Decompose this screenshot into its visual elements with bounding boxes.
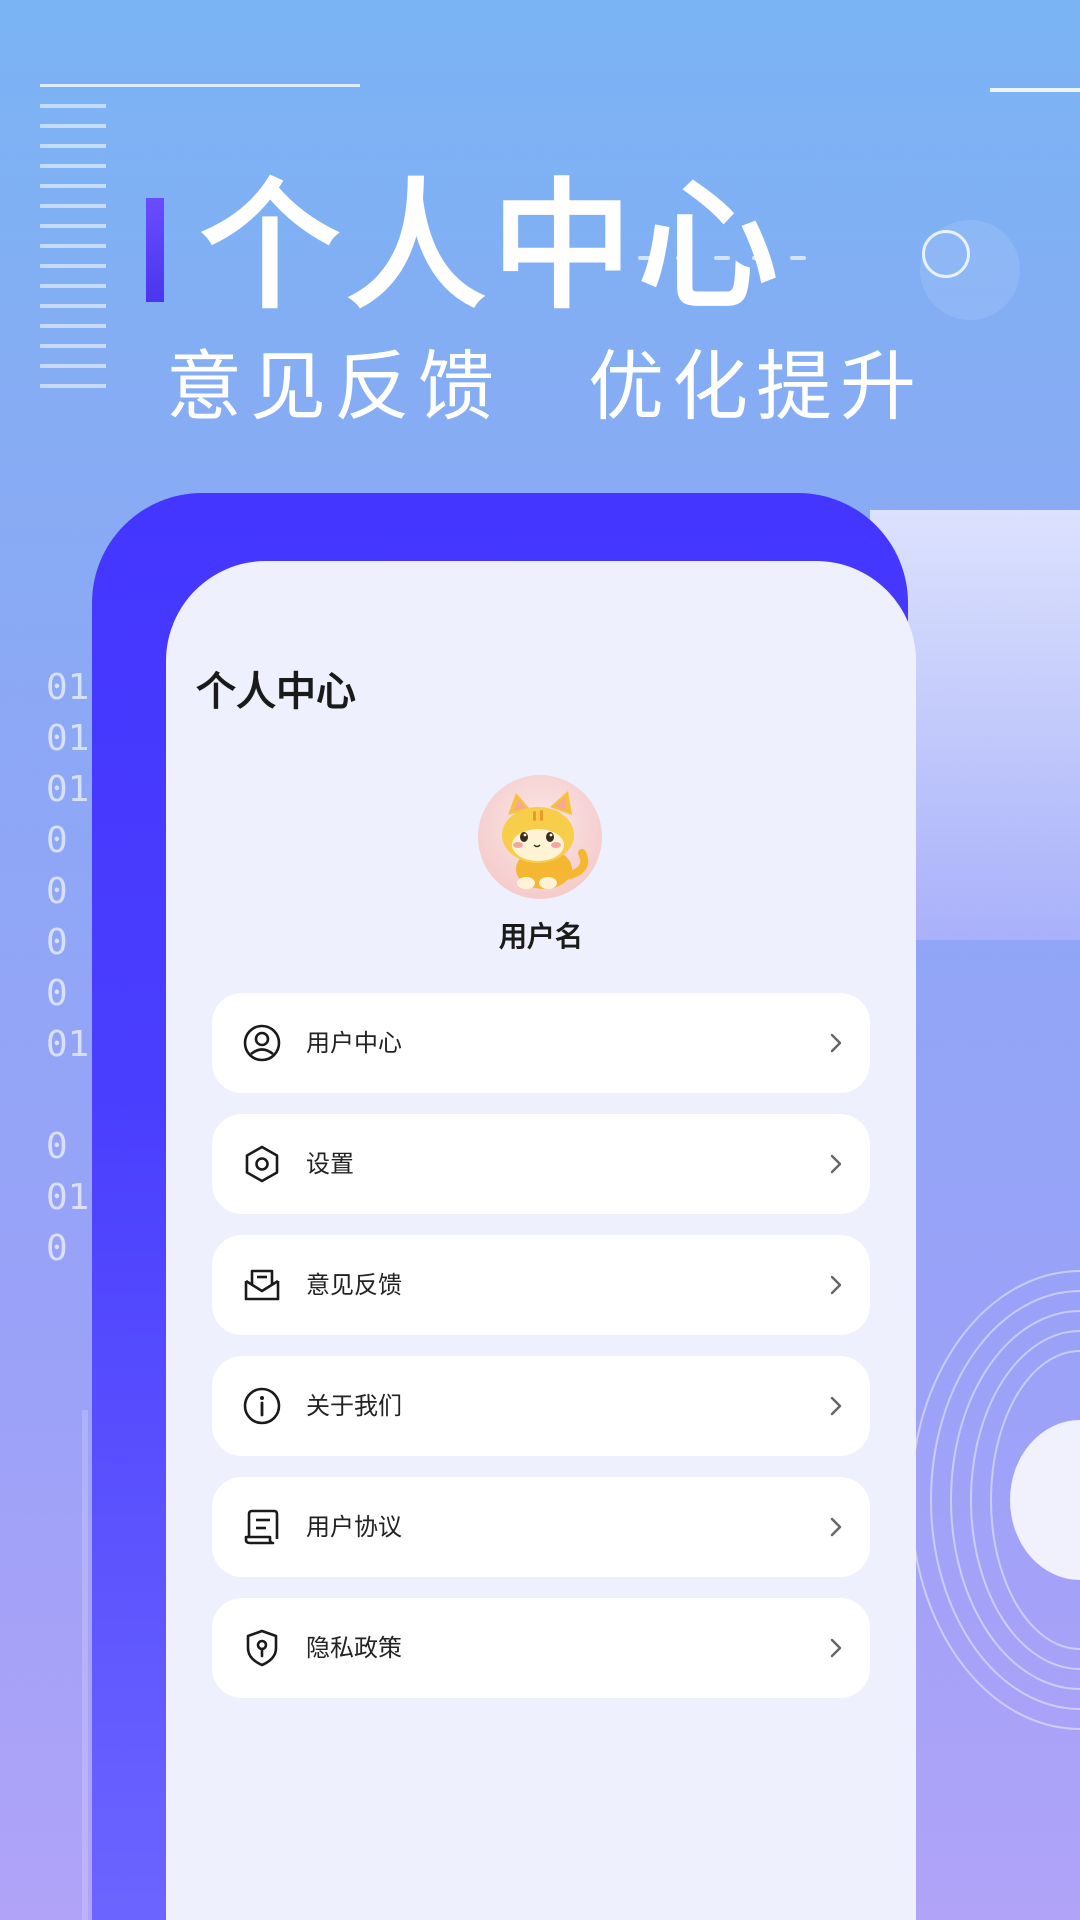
binary-row: 0 — [46, 1228, 68, 1269]
privacy-shield-icon — [246, 1629, 278, 1667]
menu-item-feedback[interactable]: 意见反馈 — [212, 1235, 870, 1335]
menu-item-about-us[interactable]: 关于我们 — [212, 1356, 870, 1456]
binary-row: 01 — [46, 1024, 90, 1065]
menu-item-user-center[interactable]: 用户中心 — [212, 993, 870, 1093]
binary-row: 01 — [46, 718, 90, 759]
binary-row: 01 — [46, 1177, 90, 1218]
binary-row: 0 — [46, 871, 68, 912]
hero-subtitle-left: 意见反馈 — [166, 342, 502, 431]
decor-ring-small — [922, 230, 970, 278]
chevron-right-icon — [830, 1154, 842, 1174]
decor-binary-column: 01 01 01 0 0 0 0 01 0 01 0 — [46, 662, 89, 1274]
cat-avatar-icon — [502, 791, 589, 889]
hero-subtitle-right: 优化提升 — [588, 342, 924, 431]
menu-item-user-agreement[interactable]: 用户协议 — [212, 1477, 870, 1577]
binary-row: 0 — [46, 1126, 68, 1167]
decor-tick-scale — [40, 104, 106, 404]
binary-row — [46, 1070, 89, 1121]
user-circle-icon — [243, 1024, 281, 1062]
binary-row: 01 — [46, 769, 90, 810]
chevron-right-icon — [830, 1275, 842, 1295]
chevron-right-icon — [830, 1638, 842, 1658]
document-scroll-icon — [244, 1509, 279, 1545]
decor-vertical-line — [82, 1410, 88, 1920]
menu-item-label: 用户中心 — [306, 1029, 402, 1057]
menu-item-label: 设置 — [306, 1150, 354, 1178]
chevron-right-icon — [830, 1033, 842, 1053]
binary-row: 0 — [46, 973, 68, 1014]
app-screen: 个人中心 用户名 用户中心 设置 意见反馈 关于我们 用户协议 隐私政策 — [166, 561, 916, 1920]
info-circle-icon — [243, 1387, 281, 1425]
menu-item-label: 用户协议 — [306, 1513, 402, 1541]
settings-hexagon-icon — [245, 1145, 279, 1183]
avatar[interactable] — [478, 775, 602, 899]
binary-row: 0 — [46, 820, 68, 861]
hero-accent-bar — [146, 198, 164, 302]
chevron-right-icon — [830, 1517, 842, 1537]
decor-line-top-right — [990, 88, 1080, 92]
menu-item-label: 隐私政策 — [306, 1634, 402, 1662]
menu-item-privacy-policy[interactable]: 隐私政策 — [212, 1598, 870, 1698]
chevron-right-icon — [830, 1396, 842, 1416]
decor-line-top-left — [40, 84, 360, 87]
feedback-mail-icon — [244, 1269, 280, 1301]
binary-row: 0 — [46, 922, 68, 963]
binary-row: 01 — [46, 667, 90, 708]
menu-item-settings[interactable]: 设置 — [212, 1114, 870, 1214]
username[interactable]: 用户名 — [166, 917, 916, 957]
menu-item-label: 意见反馈 — [306, 1271, 402, 1299]
page-title: 个人中心 — [196, 669, 356, 715]
hero-subtitle: 意见反馈 优化提升 — [166, 342, 924, 432]
decor-concentric-rings — [910, 1270, 1080, 1770]
hero-title: 个人中心 — [200, 166, 785, 329]
menu-item-label: 关于我们 — [306, 1392, 402, 1420]
